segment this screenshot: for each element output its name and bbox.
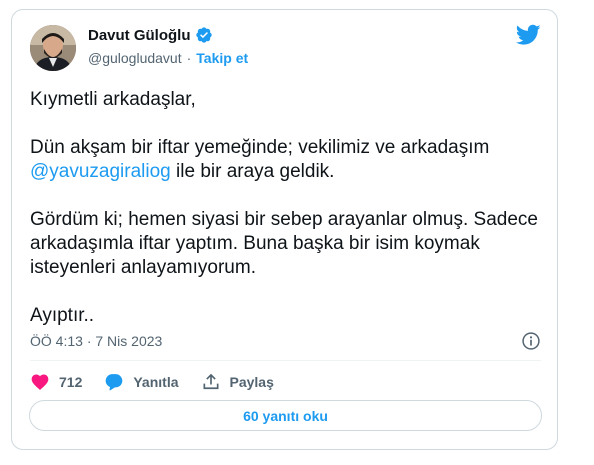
share-label: Paylaş xyxy=(229,374,274,390)
reply-button[interactable]: Yanıtla xyxy=(104,372,179,392)
separator-dot: · xyxy=(86,333,92,349)
author-handle-row: @gulogludavut · Takip et xyxy=(88,50,248,66)
verified-badge-icon xyxy=(195,27,212,43)
tweet-date: 7 Nis 2023 xyxy=(95,333,163,349)
tweet-line-1: Kıymetli arkadaşlar, xyxy=(30,89,196,110)
share-upload-icon xyxy=(203,373,218,390)
tweet-actions: 712 Yanıtla Paylaş xyxy=(30,372,296,392)
tweet-card: Davut Güloğlu @gulogludavut · Takip et K… xyxy=(11,9,558,450)
like-count: 712 xyxy=(59,374,83,390)
reply-bubble-icon xyxy=(106,374,123,391)
author-name[interactable]: Davut Güloğlu xyxy=(88,27,191,44)
twitter-bird-icon[interactable] xyxy=(516,24,541,46)
like-button[interactable]: 712 xyxy=(30,372,82,392)
share-button[interactable]: Paylaş xyxy=(201,372,274,392)
tweet-timestamp[interactable]: ÖÖ 4:13 · 7 Nis 2023 xyxy=(30,333,162,349)
author-handle[interactable]: @gulogludavut xyxy=(88,50,182,66)
tweet-paragraph-2-text: Dün akşam bir iftar yemeğinde; vekilimiz… xyxy=(30,137,490,158)
info-icon[interactable] xyxy=(521,331,541,351)
follow-link[interactable]: Takip et xyxy=(196,50,248,66)
avatar[interactable] xyxy=(30,25,76,71)
reply-label: Yanıtla xyxy=(133,374,179,390)
tweet-paragraph-3: Gördüm ki; hemen siyasi bir sebep arayan… xyxy=(30,209,538,278)
separator-dot: · xyxy=(186,50,192,66)
author-name-row[interactable]: Davut Güloğlu xyxy=(88,26,213,44)
tweet-time: ÖÖ 4:13 xyxy=(30,333,83,349)
avatar-image xyxy=(30,25,76,71)
mention-link[interactable]: @yavuzagiraliog xyxy=(30,161,171,182)
tweet-text: Kıymetli arkadaşlar, Dün akşam bir iftar… xyxy=(30,88,540,352)
tweet-paragraph-2: Dün akşam bir iftar yemeğinde; vekilimiz… xyxy=(30,136,540,184)
tweet-paragraph-2-tail: ile bir araya geldik. xyxy=(170,161,335,182)
read-replies-button[interactable]: 60 yanıtı oku xyxy=(29,400,542,431)
divider xyxy=(30,360,541,361)
tweet-line-4: Ayıptır.. xyxy=(30,305,95,326)
heart-icon xyxy=(31,374,49,390)
